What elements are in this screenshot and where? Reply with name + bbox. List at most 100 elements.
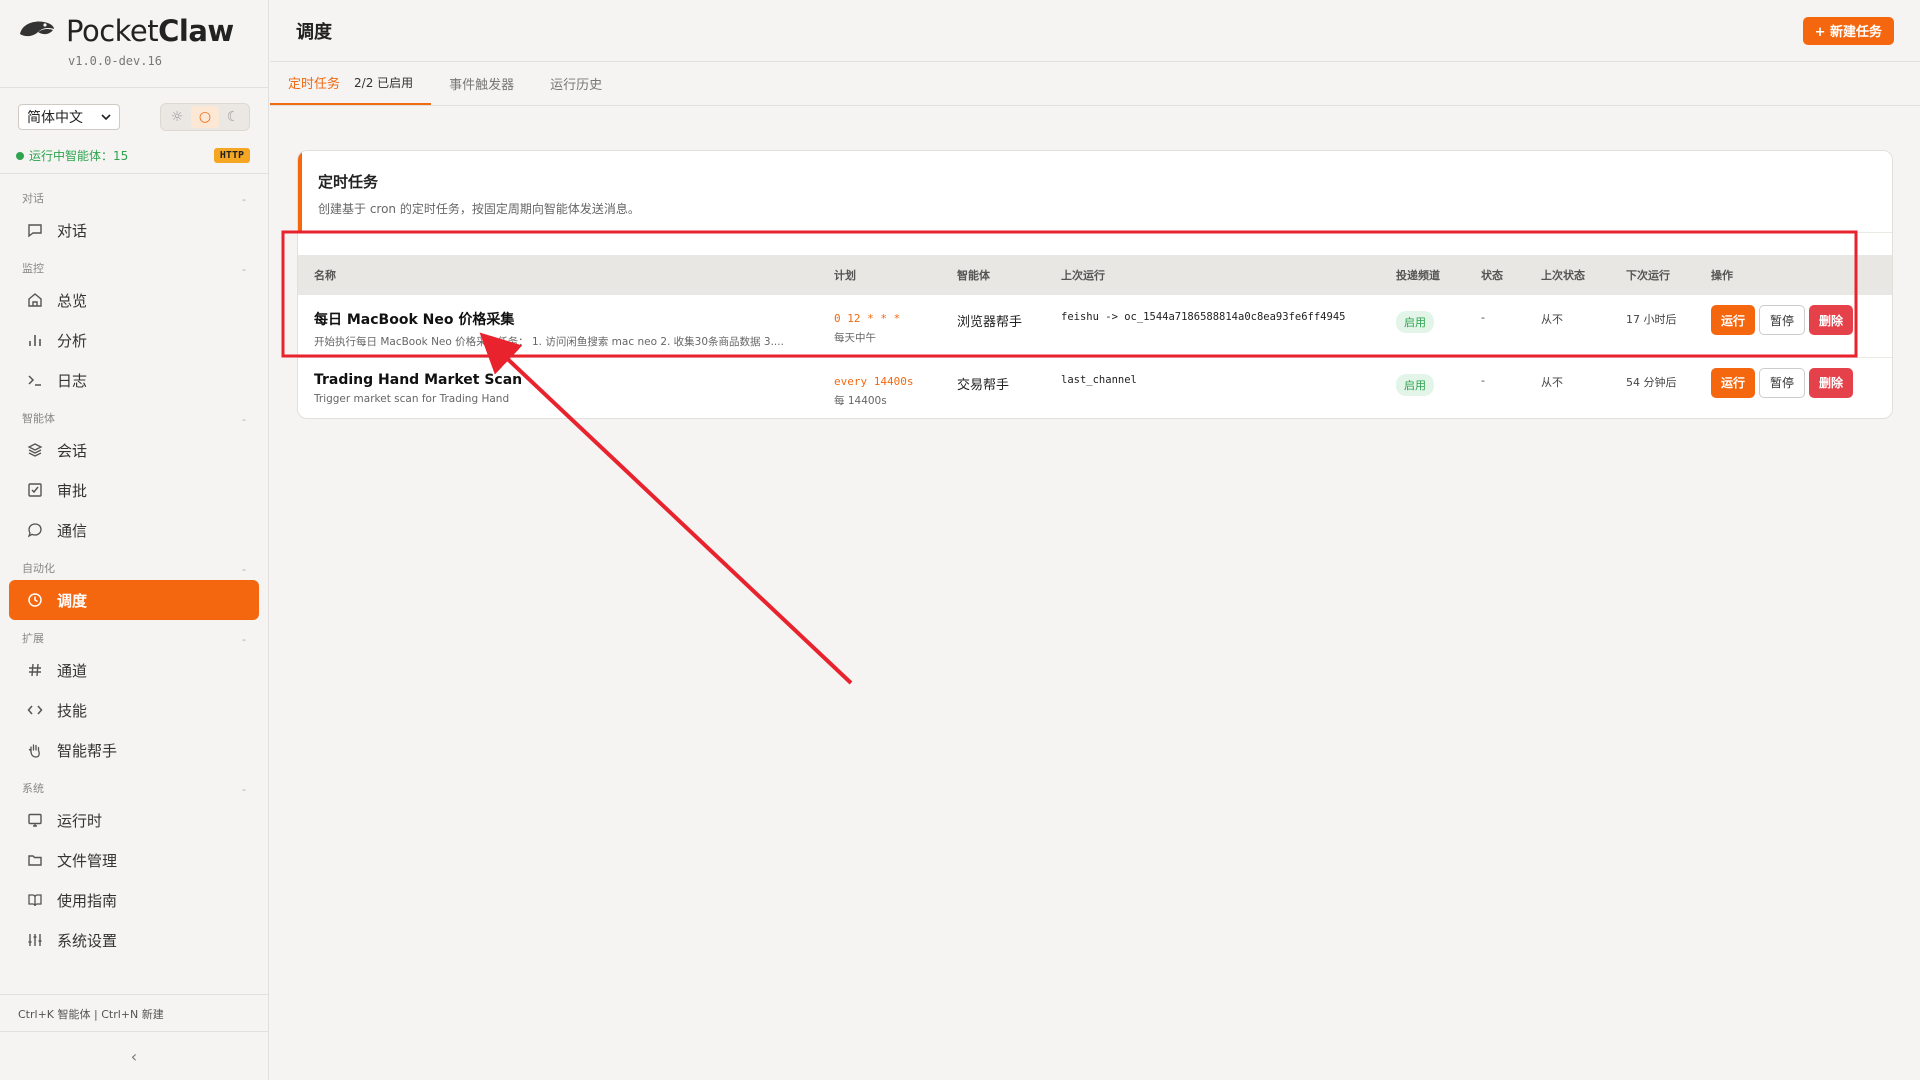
system-theme-icon[interactable]: ○: [191, 106, 219, 128]
brand-block: PocketClaw v1.0.0-dev.16: [0, 0, 268, 88]
schedule-description: 每天中午: [834, 332, 876, 344]
sidebar-item-overview[interactable]: 总览: [9, 280, 259, 320]
sidebar-item-chat[interactable]: 对话: [9, 210, 259, 250]
sidebar-item-runtime[interactable]: 运行时: [9, 800, 259, 840]
sidebar-item-approvals[interactable]: 审批: [9, 470, 259, 510]
section-collapse-marker[interactable]: -: [242, 783, 246, 796]
sidebar-item-label: 使用指南: [57, 891, 118, 910]
sidebar-item-scheduler[interactable]: 调度: [9, 580, 259, 620]
home-icon: [25, 290, 45, 310]
sidebar-item-label: 审批: [57, 481, 88, 500]
sidebar-item-comms[interactable]: 通信: [9, 510, 259, 550]
collapse-sidebar-icon[interactable]: ‹: [0, 1032, 268, 1080]
job-name: 每日 MacBook Neo 价格采集: [314, 312, 515, 328]
card-description: 创建基于 cron 的定时任务，按固定周期向智能体发送消息。: [318, 202, 640, 216]
chat-icon: [25, 220, 45, 240]
table-row: Trading Hand Market Scan Trigger market s…: [298, 357, 1892, 418]
section-collapse-marker[interactable]: -: [242, 193, 246, 206]
keyboard-shortcuts-hint: Ctrl+K 智能体 | Ctrl+N 新建: [0, 994, 268, 1032]
sidebar-item-settings[interactable]: 系统设置: [9, 920, 259, 960]
tab-run-history[interactable]: 运行历史: [532, 62, 620, 105]
last-run-target: feishu -> oc_1544a7186588814a0c8ea93fe6f…: [1061, 311, 1346, 323]
column-header: 状态: [1481, 269, 1503, 282]
tab-scheduled-tasks[interactable]: 定时任务 2/2 已启用: [270, 62, 432, 105]
agent-name: 交易帮手: [957, 377, 1010, 393]
last-status: 从不: [1541, 375, 1563, 389]
delete-button[interactable]: 删除: [1809, 367, 1854, 398]
column-header: 计划: [834, 269, 856, 282]
sidebar-item-label: 调度: [57, 591, 88, 610]
card-accent-bar: [298, 151, 302, 231]
sidebar-item-label: 通道: [57, 661, 88, 680]
section-collapse-marker[interactable]: -: [242, 413, 246, 426]
language-select[interactable]: 简体中文: [18, 104, 120, 130]
sidebar-item-logs[interactable]: 日志: [9, 360, 259, 400]
section-collapse-marker[interactable]: -: [242, 563, 246, 576]
job-description: 开始执行每日 MacBook Neo 价格采集任务： 1. 访问闲鱼搜索 mac…: [314, 336, 784, 348]
run-button[interactable]: 运行: [1711, 367, 1756, 398]
column-header: 上次状态: [1541, 269, 1585, 282]
sidebar-item-hands[interactable]: 智能帮手: [9, 730, 259, 770]
next-run: 54 分钟后: [1626, 375, 1677, 389]
sidebar-nav: 对话 - 对话 监控 - 总览 分析 日志 智能体 - 会话 审批 通信 自动化…: [0, 174, 268, 960]
running-agents-text: 运行中智能体：15: [29, 149, 129, 163]
section-collapse-marker[interactable]: -: [242, 263, 246, 276]
clock-icon: [25, 590, 45, 610]
column-header: 名称: [314, 269, 336, 282]
sidebar-item-label: 对话: [57, 221, 88, 240]
checkbox-icon: [25, 480, 45, 500]
pause-button[interactable]: 暂停: [1759, 367, 1806, 398]
hand-icon: [25, 740, 45, 760]
scheduled-tasks-card: 定时任务 创建基于 cron 的定时任务，按固定周期向智能体发送消息。 名称 计…: [297, 150, 1893, 419]
sidebar-item-label: 技能: [57, 701, 88, 720]
nav-section-monitor: 监控 -: [22, 262, 246, 276]
sidebar-item-label: 文件管理: [57, 851, 118, 870]
section-collapse-marker[interactable]: -: [242, 633, 246, 646]
sidebar-item-label: 会话: [57, 441, 88, 460]
light-theme-icon[interactable]: ☼: [163, 106, 191, 128]
sidebar-item-sessions[interactable]: 会话: [9, 430, 259, 470]
cron-expression: 0 12 * * *: [834, 312, 901, 325]
tab-label: 定时任务: [288, 77, 341, 92]
agent-status-bar: 运行中智能体：15 HTTP: [0, 138, 268, 174]
page-title: 调度: [296, 21, 332, 43]
pause-button[interactable]: 暂停: [1759, 305, 1806, 335]
status-dot-icon: [16, 151, 24, 160]
sidebar-item-label: 通信: [57, 521, 88, 540]
job-status: -: [1481, 311, 1485, 324]
run-button[interactable]: 运行: [1711, 305, 1756, 335]
sidebar: PocketClaw v1.0.0-dev.16 简体中文 ☼ ○ ☾ 运行中智…: [0, 0, 269, 1080]
sidebar-item-files[interactable]: 文件管理: [9, 840, 259, 880]
agent-name: 浏览器帮手: [957, 315, 1023, 330]
table-header-row: 名称 计划 智能体 上次运行 投递频道 状态 上次状态 下次运行 操作: [298, 255, 1892, 295]
new-task-button[interactable]: + 新建任务: [1802, 16, 1894, 45]
sidebar-item-skills[interactable]: 技能: [9, 690, 259, 730]
column-header: 上次运行: [1061, 269, 1105, 282]
sidebar-item-label: 运行时: [57, 811, 103, 830]
sidebar-item-analytics[interactable]: 分析: [9, 320, 259, 360]
cron-expression: every 14400s: [834, 374, 914, 388]
job-status: -: [1481, 373, 1485, 387]
next-run: 17 小时后: [1626, 313, 1677, 326]
dark-theme-icon[interactable]: ☾: [219, 106, 247, 128]
hash-icon: [25, 660, 45, 680]
book-icon: [25, 890, 45, 910]
brand-name: PocketClaw: [66, 14, 234, 48]
column-header: 操作: [1711, 269, 1733, 282]
app-window: PocketClaw v1.0.0-dev.16 简体中文 ☼ ○ ☾ 运行中智…: [0, 0, 1920, 1080]
tab-event-triggers[interactable]: 事件触发器: [431, 62, 532, 105]
sidebar-item-label: 日志: [57, 371, 88, 390]
card-title: 定时任务: [318, 173, 379, 191]
nav-section-system: 系统 -: [22, 782, 246, 796]
layers-icon: [25, 440, 45, 460]
job-name: Trading Hand Market Scan: [314, 371, 523, 388]
page-header: 调度 + 新建任务: [270, 0, 1920, 62]
sidebar-item-channels[interactable]: 通道: [9, 650, 259, 690]
last-run-target: last_channel: [1061, 373, 1137, 386]
app-version: v1.0.0-dev.16: [68, 54, 162, 68]
nav-section-extensions: 扩展 -: [22, 632, 246, 646]
sidebar-item-guide[interactable]: 使用指南: [9, 880, 259, 920]
column-header: 智能体: [957, 269, 990, 282]
pocketclaw-logo-icon: [20, 21, 54, 37]
delete-button[interactable]: 删除: [1809, 305, 1854, 335]
